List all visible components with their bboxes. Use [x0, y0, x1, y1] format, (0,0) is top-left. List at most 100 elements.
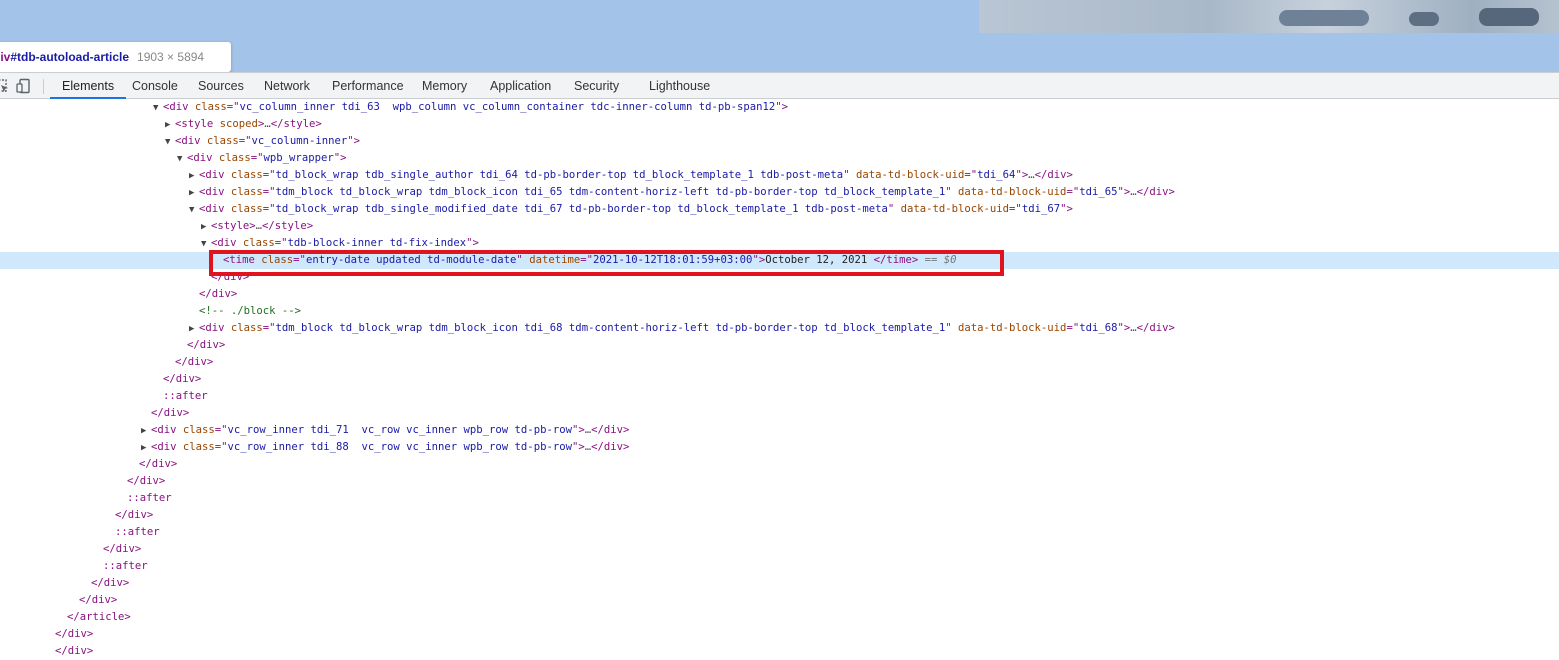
- dom-token: ::after: [127, 492, 172, 504]
- dom-token: </div>: [55, 645, 94, 657]
- dom-token: </div>: [151, 407, 190, 419]
- dom-node[interactable]: </article>: [0, 609, 1559, 626]
- dom-token: </div>: [127, 475, 166, 487]
- dom-token: ">: [1117, 322, 1131, 334]
- dom-token: class: [182, 441, 215, 453]
- expand-triangle-icon[interactable]: ▶: [201, 219, 211, 236]
- dom-node[interactable]: </div>: [0, 643, 1559, 660]
- dom-node[interactable]: ▶ <div class="vc_row_inner tdi_88 vc_row …: [0, 439, 1559, 456]
- tab-console[interactable]: Console: [132, 73, 178, 99]
- dom-node[interactable]: ▶ <div class="vc_row_inner tdi_71 vc_row …: [0, 422, 1559, 439]
- dom-node[interactable]: </div>: [0, 541, 1559, 558]
- dom-token: class: [230, 322, 263, 334]
- inspect-element-icon[interactable]: [0, 78, 10, 94]
- expand-triangle-icon[interactable]: ▶: [141, 423, 151, 440]
- tab-network[interactable]: Network: [264, 73, 310, 99]
- dom-node[interactable]: </div>: [0, 354, 1559, 371]
- dom-token: class: [230, 169, 263, 181]
- dom-token: class: [242, 237, 275, 249]
- dom-token: </div>: [187, 339, 226, 351]
- dom-token: class: [261, 254, 294, 266]
- tab-lighthouse[interactable]: Lighthouse: [649, 73, 710, 99]
- tooltip-selector-id: #tdb-autoload-article: [10, 50, 130, 64]
- dom-node[interactable]: </div>: [0, 456, 1559, 473]
- dom-node[interactable]: ▶ <style>…</style>: [0, 218, 1559, 235]
- dom-token: =": [1066, 322, 1080, 334]
- dom-token: ">: [775, 101, 789, 113]
- dom-token: </div>: [1136, 186, 1175, 198]
- element-inspect-tooltip: div#tdb-autoload-article 1903 × 5894: [0, 42, 231, 72]
- dom-node[interactable]: </div>: [0, 473, 1559, 490]
- dom-token: ::after: [115, 526, 160, 538]
- tab-sources[interactable]: Sources: [198, 73, 244, 99]
- device-toolbar-icon[interactable]: [16, 78, 32, 94]
- expand-triangle-icon[interactable]: ▶: [165, 117, 175, 134]
- dom-token: tdm_block td_block_wrap tdm_block_icon t…: [275, 322, 946, 334]
- dom-node[interactable]: ▼ <div class="vc_column-inner">: [0, 133, 1559, 150]
- dom-node[interactable]: </div>: [0, 405, 1559, 422]
- dom-token: ">: [571, 441, 585, 453]
- dom-token: </div>: [139, 458, 178, 470]
- dom-node[interactable]: </div>: [0, 371, 1559, 388]
- dom-token: =": [274, 237, 288, 249]
- dom-node[interactable]: ::after: [0, 388, 1559, 405]
- dom-node[interactable]: ::after: [0, 490, 1559, 507]
- dom-token: </div>: [55, 628, 94, 640]
- dom-token: data-td-block-uid: [900, 203, 1010, 215]
- dom-token: ": [945, 322, 958, 334]
- tab-performance[interactable]: Performance: [332, 73, 404, 99]
- dom-node[interactable]: ▼ <div class="vc_column_inner tdi_63 wpb_…: [0, 99, 1559, 116]
- toolbar-divider: [43, 79, 44, 94]
- collapse-triangle-icon[interactable]: ▼: [177, 151, 187, 168]
- collapse-triangle-icon[interactable]: ▼: [189, 202, 199, 219]
- dom-node-selected[interactable]: <time class="entry-date updated td-modul…: [0, 252, 1559, 269]
- dom-token: vc_column_inner tdi_63 wpb_column vc_col…: [239, 101, 776, 113]
- dom-token: tdb-block-inner td-fix-index: [287, 237, 467, 249]
- dom-node[interactable]: ::after: [0, 524, 1559, 541]
- dom-node[interactable]: ▼ <div class="tdb-block-inner td-fix-inde…: [0, 235, 1559, 252]
- dom-node[interactable]: </div>: [0, 592, 1559, 609]
- expand-triangle-icon[interactable]: ▶: [189, 321, 199, 338]
- dom-node[interactable]: </div>: [0, 575, 1559, 592]
- expand-triangle-icon[interactable]: ▶: [141, 440, 151, 457]
- dom-node[interactable]: <!-- ./block -->: [0, 303, 1559, 320]
- dom-token: <div: [163, 101, 195, 113]
- dom-token: =": [262, 169, 276, 181]
- dom-node[interactable]: ▶ <div class="td_block_wrap tdb_single_au…: [0, 167, 1559, 184]
- dom-node[interactable]: ▼ <div class="wpb_wrapper">: [0, 150, 1559, 167]
- dom-token: </div>: [91, 577, 130, 589]
- dom-node[interactable]: ▶ <div class="tdm_block td_block_wrap tdm…: [0, 320, 1559, 337]
- dom-token: scoped: [219, 118, 258, 130]
- tab-memory[interactable]: Memory: [422, 73, 467, 99]
- dom-token: </div>: [103, 543, 142, 555]
- collapse-triangle-icon[interactable]: ▼: [153, 100, 163, 117]
- tab-application[interactable]: Application: [490, 73, 551, 99]
- dom-node[interactable]: ▼ <div class="td_block_wrap tdb_single_mo…: [0, 201, 1559, 218]
- dom-token: =": [262, 322, 276, 334]
- dom-token: =": [226, 101, 240, 113]
- dom-token: <div: [199, 186, 231, 198]
- dom-node[interactable]: </div>: [0, 337, 1559, 354]
- dom-token: entry-date updated td-module-date: [305, 254, 517, 266]
- dom-token: <div: [151, 424, 183, 436]
- collapse-triangle-icon[interactable]: ▼: [165, 134, 175, 151]
- dom-node[interactable]: ▶ <div class="tdm_block td_block_wrap tdm…: [0, 184, 1559, 201]
- expand-triangle-icon[interactable]: ▶: [189, 168, 199, 185]
- dom-node[interactable]: </div>: [0, 269, 1559, 286]
- dom-node[interactable]: ::after: [0, 558, 1559, 575]
- dom-token: class: [218, 152, 251, 164]
- dom-token: wpb_wrapper: [263, 152, 334, 164]
- tooltip-selector-tag: div: [0, 50, 11, 64]
- dom-node[interactable]: ▶ <style scoped>…</style>: [0, 116, 1559, 133]
- dom-token: =": [250, 152, 264, 164]
- dom-token: 2021-10-12T18:01:59+03:00: [592, 254, 753, 266]
- dom-node[interactable]: </div>: [0, 507, 1559, 524]
- dom-node[interactable]: </div>: [0, 286, 1559, 303]
- tab-security[interactable]: Security: [574, 73, 619, 99]
- collapse-triangle-icon[interactable]: ▼: [201, 236, 211, 253]
- expand-triangle-icon[interactable]: ▶: [189, 185, 199, 202]
- devtools-toolbar: Elements Console Sources Network Perform…: [0, 72, 1559, 99]
- dom-token: ">: [333, 152, 347, 164]
- dom-node[interactable]: </div>: [0, 626, 1559, 643]
- tab-elements[interactable]: Elements: [50, 73, 127, 99]
